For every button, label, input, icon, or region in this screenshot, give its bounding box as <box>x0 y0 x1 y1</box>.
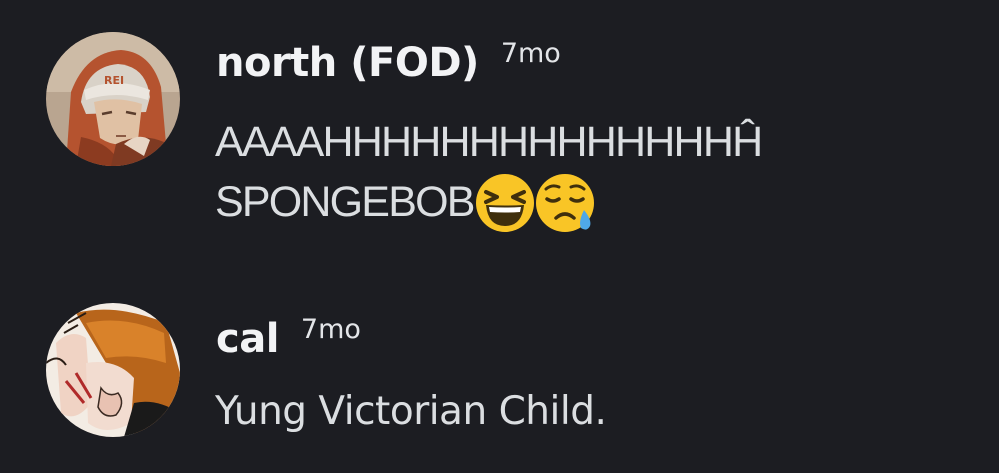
timestamp: 7mo <box>300 314 361 345</box>
message-line: SPONGEBOB <box>215 178 475 226</box>
message-line: AAAAHHHHHHHHHHHHHHĤ <box>215 118 763 166</box>
chat-message-list: REI north (FOD) 7mo AAAAHHHHHHHHHHHHHHĤ … <box>0 0 999 473</box>
message-line: Yung Victorian Child. <box>215 389 607 434</box>
avatar-north-image: REI <box>46 32 180 166</box>
svg-text:REI: REI <box>104 74 124 87</box>
timestamp: 7mo <box>500 38 561 69</box>
message-content: Yung Victorian Child. <box>215 385 607 445</box>
username[interactable]: north (FOD) <box>216 40 479 86</box>
message-content: AAAAHHHHHHHHHHHHHHĤ SPONGEBOB <box>215 112 763 232</box>
sad-but-relieved-face-emoji-icon <box>534 172 596 234</box>
username[interactable]: cal <box>216 316 279 362</box>
user-avatar[interactable] <box>46 303 180 437</box>
chat-message: REI north (FOD) 7mo AAAAHHHHHHHHHHHHHHĤ … <box>0 0 999 260</box>
user-avatar[interactable]: REI <box>46 32 180 166</box>
grinning-squinting-face-emoji-icon <box>474 172 536 234</box>
chat-message: cal 7mo Yung Victorian Child. <box>0 290 999 473</box>
message-header: cal 7mo <box>216 314 361 362</box>
avatar-cal-image <box>46 303 180 437</box>
message-line-with-emojis: SPONGEBOB <box>215 172 761 232</box>
message-header: north (FOD) 7mo <box>216 38 561 86</box>
